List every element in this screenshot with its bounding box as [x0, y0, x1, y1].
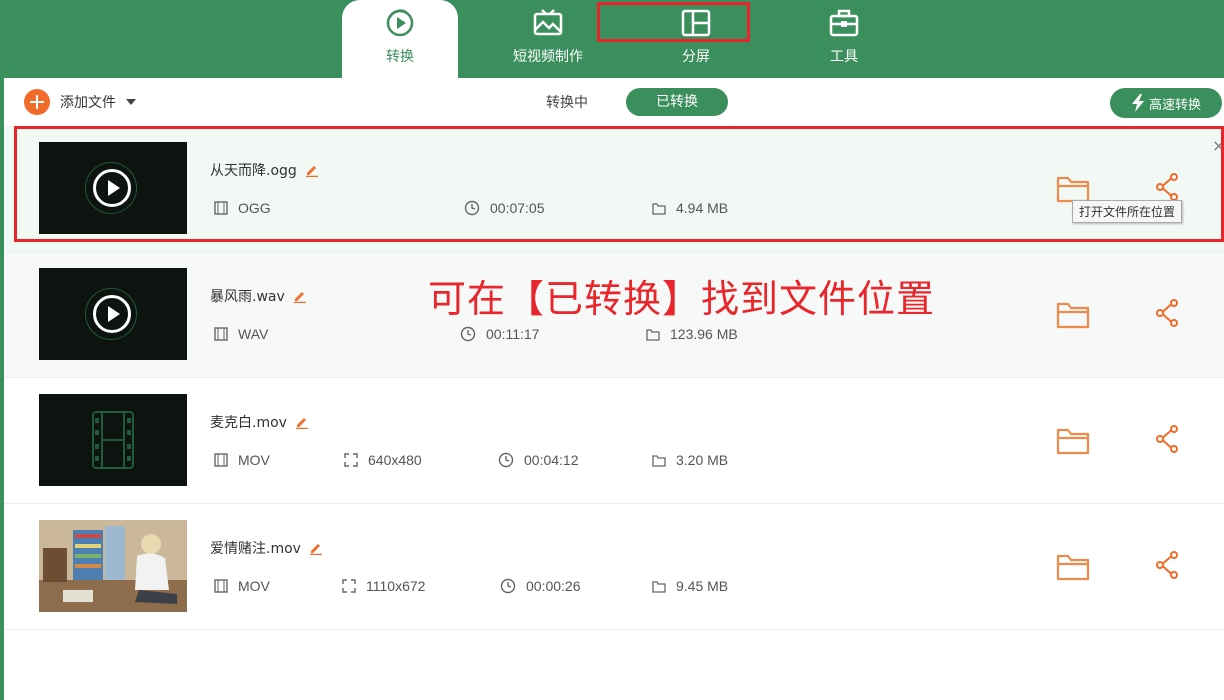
share-icon[interactable]: [1154, 550, 1182, 580]
format-info: MOV: [214, 452, 270, 468]
open-folder-icon[interactable]: [1056, 552, 1090, 582]
highlight-box-first-row: [14, 126, 1224, 242]
folder-size-icon: [652, 454, 666, 467]
tab-tools-label: 工具: [830, 49, 858, 65]
annotation-text: 可在【已转换】找到文件位置: [428, 277, 936, 321]
share-icon[interactable]: [1154, 424, 1182, 454]
format-value: MOV: [238, 452, 270, 468]
toolbox-icon: [829, 9, 859, 37]
short-video-icon: [533, 9, 563, 36]
add-icon: [24, 89, 50, 115]
toolbar: 添加文件 转换中 已转换 高速转换: [4, 78, 1224, 126]
film-strip-icon: [92, 411, 134, 469]
edit-icon[interactable]: [309, 541, 323, 555]
resolution-value: 640x480: [368, 452, 422, 468]
thumbnail[interactable]: [39, 394, 187, 486]
resolution-icon: [342, 579, 356, 593]
format-info: MOV: [214, 578, 270, 594]
size-value: 123.96 MB: [670, 326, 738, 342]
resolution-value: 1110x672: [366, 578, 426, 594]
thumbnail[interactable]: [39, 268, 187, 360]
duration-info: 00:04:12: [498, 452, 579, 468]
video-frame-illustration: [39, 520, 187, 612]
duration-value: 00:11:17: [486, 326, 540, 342]
tab-tools[interactable]: 工具: [786, 0, 902, 78]
fast-convert-button[interactable]: 高速转换: [1110, 88, 1222, 118]
tab-converting[interactable]: 转换中: [546, 92, 588, 112]
fast-convert-label: 高速转换: [1148, 97, 1201, 113]
duration-info: 00:11:17: [460, 326, 539, 342]
size-info: 3.20 MB: [652, 452, 728, 468]
duration-value: 00:04:12: [524, 452, 579, 468]
open-folder-icon[interactable]: [1056, 426, 1090, 456]
file-row: 麦克白.mov MOV 640x480 00:04:12 3.20 MB: [4, 378, 1224, 504]
size-info: 123.96 MB: [646, 326, 738, 342]
tab-convert[interactable]: 转换: [342, 0, 458, 78]
film-format-icon: [214, 327, 228, 341]
folder-size-icon: [646, 328, 660, 341]
folder-size-icon: [652, 580, 666, 593]
edit-icon[interactable]: [295, 415, 309, 429]
file-name: 爱情赌注.mov: [210, 541, 301, 557]
add-file-label: 添加文件: [60, 95, 116, 111]
chevron-down-icon[interactable]: [126, 99, 136, 105]
tab-split-screen-label: 分屏: [682, 49, 710, 65]
convert-icon: [386, 9, 414, 37]
highlight-box-status: [597, 2, 750, 42]
clock-icon: [460, 326, 476, 342]
duration-info: 00:00:26: [500, 578, 581, 594]
resolution-info: 640x480: [344, 452, 422, 468]
edit-icon[interactable]: [293, 289, 307, 303]
file-row: 爱情赌注.mov MOV 1110x672 00:00:26 9.45 MB: [4, 504, 1224, 630]
share-icon[interactable]: [1154, 298, 1182, 328]
tab-convert-label: 转换: [386, 49, 414, 65]
file-name: 麦克白.mov: [210, 415, 287, 431]
file-name: 暴风雨.wav: [210, 289, 285, 305]
size-info: 9.45 MB: [652, 578, 728, 594]
resolution-info: 1110x672: [342, 578, 425, 594]
add-file-button[interactable]: 添加文件: [24, 89, 136, 115]
size-value: 9.45 MB: [676, 578, 729, 594]
clock-icon: [500, 578, 516, 594]
film-format-icon: [214, 579, 228, 593]
film-format-icon: [214, 453, 228, 467]
format-info: WAV: [214, 326, 268, 342]
tab-converted[interactable]: 已转换: [626, 88, 728, 116]
tab-short-video[interactable]: 短视频制作: [490, 0, 606, 78]
tab-short-video-label: 短视频制作: [513, 49, 583, 65]
duration-value: 00:00:26: [526, 578, 581, 594]
format-value: WAV: [238, 326, 269, 342]
format-value: MOV: [238, 578, 270, 594]
resolution-icon: [344, 453, 358, 467]
clock-icon: [498, 452, 514, 468]
open-folder-icon[interactable]: [1056, 300, 1090, 330]
thumbnail[interactable]: [39, 520, 187, 612]
play-icon[interactable]: [93, 295, 131, 333]
lightning-icon: [1131, 94, 1144, 112]
size-value: 3.20 MB: [676, 452, 729, 468]
